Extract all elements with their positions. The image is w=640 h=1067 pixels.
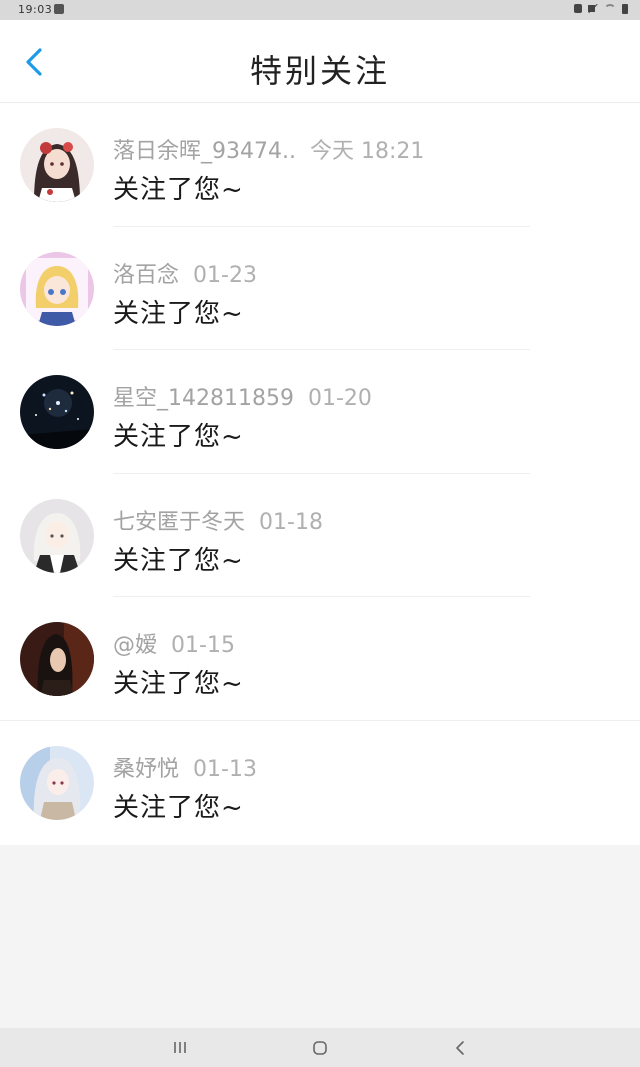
page-title: 特别关注 [249,52,390,90]
item-message: 关注了您~ [113,669,244,700]
avatar[interactable] [20,128,94,202]
list-item[interactable]: 七安匿于冬天 01-18 关注了您~ [0,474,640,598]
item-meta: @嫒 01-15 [113,627,235,659]
item-message: 关注了您~ [113,792,244,823]
item-message: 关注了您~ [113,175,244,205]
home-button[interactable] [305,1037,335,1059]
list-item[interactable]: 落日余晖_93474.. 今天 18:21 关注了您~ [0,103,640,227]
wifi-icon [604,4,616,13]
list-item[interactable]: 星空_142811859 01-20 关注了您~ [0,350,640,474]
header: 特别关注 [0,20,640,103]
status-icons [574,3,628,14]
back-icon [456,1041,464,1055]
lock-icon [574,4,582,13]
avatar[interactable] [20,745,94,820]
user-name[interactable]: 洛百念 [113,263,179,288]
item-date: 01-15 [171,633,235,659]
user-name[interactable]: @嫒 [113,633,157,658]
nav-bar [0,1028,640,1067]
item-date: 01-18 [259,509,323,535]
item-meta: 洛百念 01-23 [113,257,257,289]
avatar[interactable] [20,375,94,450]
item-date: 01-23 [193,262,257,288]
mute-icon [588,3,598,14]
status-time: 19:03 [18,3,53,16]
user-name[interactable]: 七安匿于冬天 [113,510,245,535]
app-icon [54,4,64,14]
avatar[interactable] [20,251,94,326]
battery-icon [622,3,628,14]
user-name[interactable]: 星空_142811859 [113,386,294,411]
item-meta: 桑妤悦 01-13 [113,751,257,783]
status-bar: 19:03 [0,0,640,20]
item-date: 今天 18:21 [309,139,425,164]
item-message: 关注了您~ [113,422,244,453]
item-message: 关注了您~ [113,545,244,576]
item-meta: 落日余晖_93474.. 今天 18:21 [113,133,424,165]
user-name[interactable]: 落日余晖_93474.. [113,139,296,164]
item-date: 01-13 [193,756,257,782]
avatar[interactable] [20,498,94,573]
avatar[interactable] [20,622,94,697]
item-meta: 星空_142811859 01-20 [113,380,372,412]
notification-list: 落日余晖_93474.. 今天 18:21 关注了您~ 洛百念 01-23 关注了您… [0,103,640,845]
list-item[interactable]: 桑妤悦 01-13 关注了您~ [0,721,640,845]
user-name[interactable]: 桑妤悦 [113,757,179,782]
home-icon [313,1041,327,1055]
recent-apps-button[interactable] [166,1037,196,1059]
list-item[interactable]: @嫒 01-15 关注了您~ [0,597,640,721]
item-date: 01-20 [307,386,372,412]
list-item[interactable]: 洛百念 01-23 关注了您~ [0,227,640,351]
item-message: 关注了您~ [113,298,244,329]
nav-back-button[interactable] [446,1037,476,1059]
recent-apps-icon [174,1042,186,1053]
item-meta: 七安匿于冬天 01-18 [113,504,323,536]
